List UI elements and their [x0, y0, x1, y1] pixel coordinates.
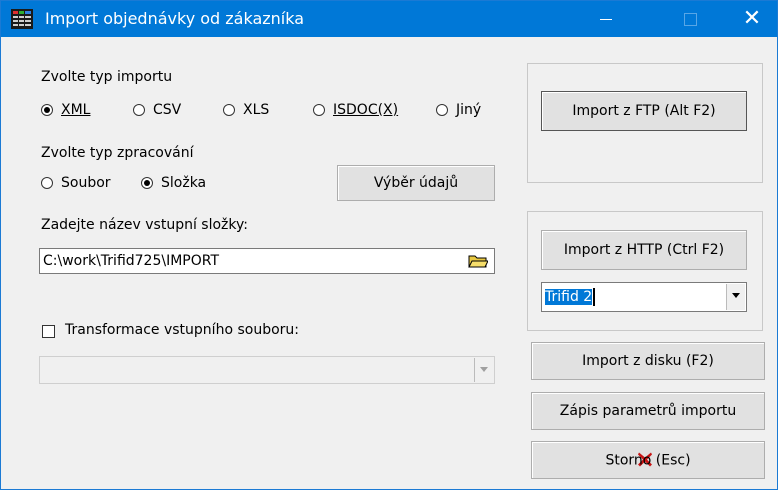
chevron-down-icon[interactable]	[726, 284, 745, 310]
cancel-button[interactable]: Storno (Esc)	[531, 441, 765, 479]
radio-xml-label: XML	[61, 102, 91, 118]
maximize-button	[665, 1, 715, 37]
import-disk-label: Import z disku (F2)	[582, 353, 714, 369]
radio-folder-label: Složka	[161, 175, 207, 191]
chevron-down-icon	[474, 358, 493, 382]
import-ftp-label: Import z FTP (Alt F2)	[572, 103, 716, 119]
radio-indicator	[223, 104, 235, 116]
transform-label: Transformace vstupního souboru:	[65, 322, 299, 338]
radio-folder[interactable]: Složka	[141, 175, 206, 191]
cancel-content: Storno (Esc)	[532, 452, 764, 469]
data-selection-button[interactable]: Výběr údajů	[337, 165, 495, 201]
data-selection-label: Výběr údajů	[373, 175, 459, 191]
minimize-button[interactable]	[581, 1, 631, 37]
import-type-label: Zvolte typ importu	[41, 69, 173, 85]
radio-indicator	[41, 104, 53, 116]
close-icon: ✕	[742, 6, 762, 31]
cancel-label: Storno (Esc)	[605, 452, 691, 468]
import-ftp-button[interactable]: Import z FTP (Alt F2)	[541, 91, 747, 131]
radio-indicator	[141, 177, 153, 189]
http-profile-value: Trifid 2	[545, 288, 596, 306]
folder-path-value: C:\work\Trifid725\IMPORT	[43, 253, 220, 269]
radio-xls-label: XLS	[243, 102, 270, 118]
minimize-icon	[600, 18, 612, 20]
folder-icon[interactable]	[468, 253, 488, 269]
radio-indicator	[41, 177, 53, 189]
import-http-label: Import z HTTP (Ctrl F2)	[563, 242, 725, 258]
radio-indicator	[313, 104, 325, 116]
radio-isdoc[interactable]: ISDOC(X)	[313, 102, 398, 118]
import-disk-button[interactable]: Import z disku (F2)	[531, 342, 765, 380]
radio-csv-label: CSV	[153, 102, 182, 118]
save-params-button[interactable]: Zápis parametrů importu	[531, 392, 765, 430]
title-bar: Import objednávky od zákazníka ✕	[1, 1, 777, 37]
transform-select	[39, 356, 495, 384]
folder-label: Zadejte název vstupní složky:	[41, 217, 248, 233]
radio-indicator	[436, 104, 448, 116]
http-profile-select[interactable]: Trifid 2	[541, 282, 747, 312]
import-http-button[interactable]: Import z HTTP (Ctrl F2)	[541, 230, 747, 270]
radio-isdoc-label: ISDOC(X)	[333, 102, 399, 118]
radio-xml[interactable]: XML	[41, 102, 90, 118]
import-dialog: Import objednávky od zákazníka ✕ Zvolte …	[0, 0, 778, 490]
radio-file-label: Soubor	[61, 175, 111, 191]
radio-other[interactable]: Jiný	[436, 102, 481, 118]
radio-xls[interactable]: XLS	[223, 102, 269, 118]
save-params-label: Zápis parametrů importu	[559, 403, 737, 419]
radio-indicator	[133, 104, 145, 116]
close-button[interactable]: ✕	[727, 1, 777, 37]
processing-type-label: Zvolte typ zpracování	[41, 145, 194, 161]
app-grid-icon	[11, 9, 33, 29]
maximize-icon	[683, 12, 697, 26]
radio-csv[interactable]: CSV	[133, 102, 181, 118]
radio-file[interactable]: Soubor	[41, 175, 111, 191]
transform-checkbox[interactable]	[42, 325, 55, 338]
radio-other-label: Jiný	[456, 102, 482, 118]
folder-path-input[interactable]: C:\work\Trifid725\IMPORT	[39, 248, 495, 274]
window-title: Import objednávky od zákazníka	[45, 9, 305, 28]
http-group	[527, 211, 763, 331]
